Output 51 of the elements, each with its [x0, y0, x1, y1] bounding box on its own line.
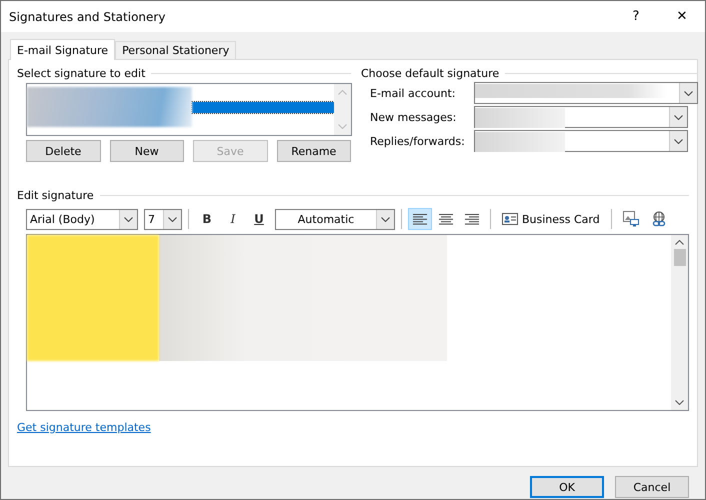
caret-icon [168, 216, 177, 222]
bold-button[interactable]: B [195, 208, 219, 230]
window-title: Signatures and Stationery [8, 10, 166, 24]
help-button[interactable]: ? [613, 1, 659, 32]
button[interactable]: Cancel [615, 476, 689, 498]
scroll-down-icon [338, 124, 347, 129]
align-left-button[interactable] [408, 208, 432, 230]
globe-link-icon [650, 211, 667, 227]
button[interactable]: Delete [26, 140, 100, 162]
button[interactable]: New [110, 140, 184, 162]
caret-icon [381, 216, 390, 222]
dropdown[interactable] [474, 130, 688, 152]
align-center-icon [439, 214, 453, 224]
caret-icon [674, 138, 683, 144]
font-dropdown[interactable]: Arial (Body) [26, 208, 138, 230]
signature-list[interactable] [26, 83, 352, 136]
color-name: Automatic [296, 212, 356, 228]
font-size: 7 [147, 212, 156, 228]
caret-icon [684, 90, 693, 96]
scrollbar[interactable] [671, 235, 688, 410]
dropdown[interactable] [474, 82, 698, 104]
scroll-thumb[interactable] [674, 249, 686, 266]
font-name: Arial (Body) [29, 212, 96, 228]
picture-screen-icon [622, 211, 639, 227]
card-icon [502, 213, 518, 225]
section-heading: Select signature to edit [17, 67, 146, 80]
color-dropdown[interactable]: Automatic [275, 208, 395, 230]
tab[interactable]: E-mail Signature [10, 39, 116, 60]
align-left-icon [413, 214, 427, 224]
italic-button[interactable]: I [221, 208, 245, 230]
business-card-button[interactable]: Business Card [497, 208, 605, 230]
button[interactable]: OK [530, 476, 604, 498]
tab[interactable]: Personal Stationery [115, 41, 236, 59]
section-heading: Choose default signature [361, 67, 500, 80]
templates-link[interactable]: Get signature templates [17, 421, 151, 434]
close-button[interactable]: ✕ [659, 1, 705, 32]
underline-button[interactable]: U [247, 208, 271, 230]
caret-icon [674, 114, 683, 120]
scroll-down-icon [675, 400, 684, 405]
field-label: E-mail account: [370, 86, 457, 100]
button[interactable]: Rename [276, 140, 351, 162]
section-heading: Edit signature [17, 189, 94, 202]
field-label: New messages: [370, 110, 458, 124]
caret-icon [124, 216, 133, 222]
align-right-icon [465, 214, 479, 224]
field-label: Replies/forwards: [370, 134, 466, 148]
size-dropdown[interactable]: 7 [144, 208, 182, 230]
scroll-up-icon [675, 240, 684, 245]
scrollbar[interactable] [334, 84, 351, 135]
scroll-up-icon [338, 90, 347, 95]
dropdown[interactable] [474, 106, 688, 128]
